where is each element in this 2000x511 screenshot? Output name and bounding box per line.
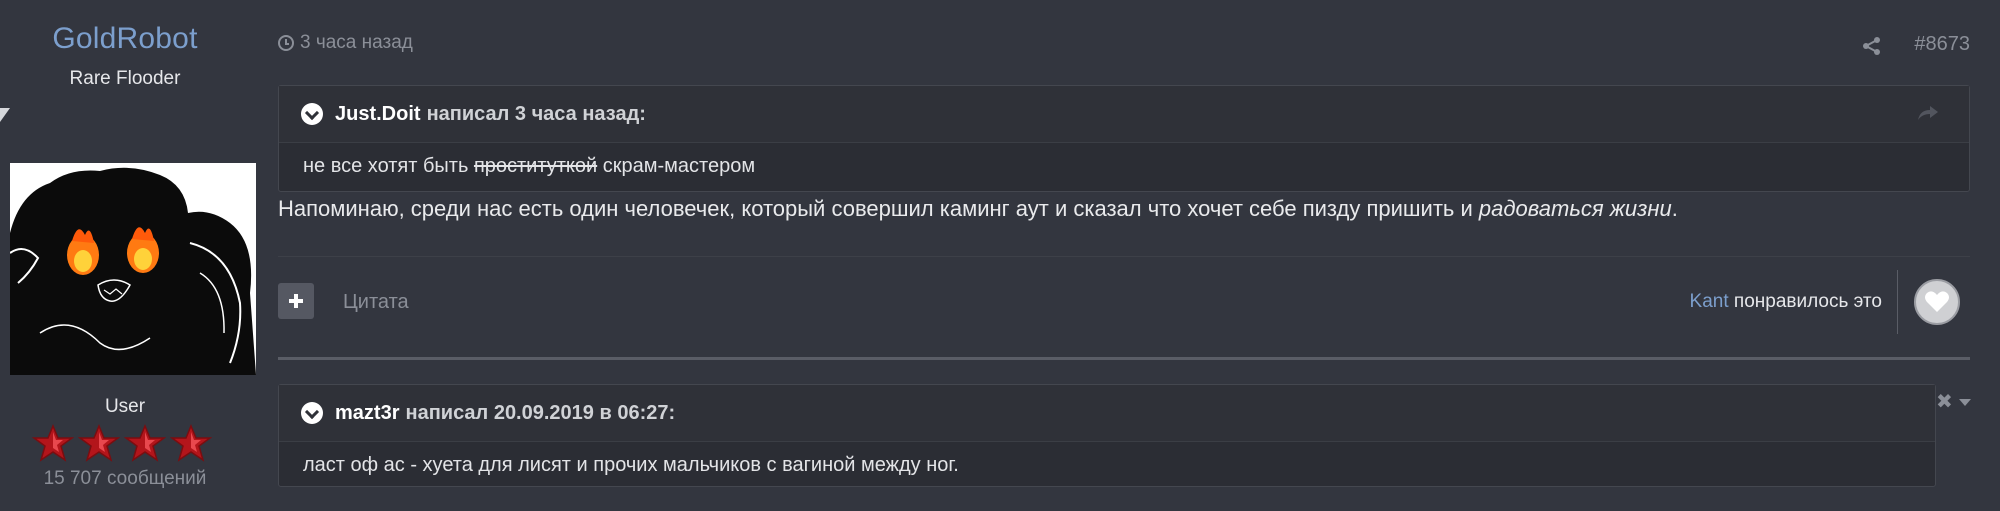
post-content: Напоминаю, среди нас есть один человечек…: [278, 196, 1678, 222]
post-text-end: .: [1671, 196, 1678, 221]
quote-block: mazt3r написал 20.09.2019 в 06:27: ласт …: [278, 384, 1936, 487]
close-icon[interactable]: ✖: [1936, 392, 1953, 412]
quote-text-struck: проституткой: [473, 155, 598, 177]
red-star-icon: [77, 424, 121, 462]
reply-icon[interactable]: [1917, 104, 1939, 122]
red-star-icon: [31, 424, 75, 462]
heart-icon: [1925, 291, 1949, 312]
rank-icons: [31, 424, 213, 462]
likes-text: понравилось это: [1733, 291, 1882, 312]
quote-author[interactable]: mazt3r: [335, 402, 399, 425]
like-button[interactable]: [1914, 279, 1960, 325]
quote-header: Just.Doit написал 3 часа назад:: [279, 86, 1969, 143]
red-star-icon: [123, 424, 167, 462]
chevron-down-icon[interactable]: [301, 103, 323, 125]
clock-icon: [278, 35, 294, 51]
post-text-emphasis: радоваться жизни: [1478, 196, 1672, 221]
chevron-down-icon[interactable]: [301, 402, 323, 424]
post-timestamp[interactable]: 3 часа назад: [278, 32, 413, 54]
corner-marker: [0, 108, 10, 122]
divider: [1897, 270, 1898, 334]
quote-meta: написал 20.09.2019 в 06:27:: [405, 401, 676, 424]
share-icon[interactable]: [1862, 36, 1882, 56]
likes-summary: Kant понравилось это: [1690, 291, 1882, 313]
quote-text: не все хотят быть проституткой скрам-мас…: [279, 143, 1969, 178]
divider: [278, 357, 1970, 360]
liker-link[interactable]: Kant: [1690, 291, 1729, 312]
divider: [278, 256, 1970, 257]
quote-text: ласт оф ас - хуета для лисят и прочих ма…: [303, 454, 959, 476]
quote-button[interactable]: Цитата: [343, 291, 409, 314]
post-time-text: 3 часа назад: [300, 32, 413, 53]
post-count: 15 707 сообщений: [43, 468, 207, 489]
author-name[interactable]: GoldRobot: [0, 22, 250, 56]
quote-block: Just.Doit написал 3 часа назад: не все х…: [278, 85, 1970, 192]
post-number-link[interactable]: #8673: [1914, 33, 1970, 56]
editor-controls: ✖: [1936, 392, 1971, 412]
user-group: User: [104, 396, 146, 417]
quote-header: mazt3r написал 20.09.2019 в 06:27:: [279, 385, 1935, 442]
quote-text-before: не все хотят быть: [303, 155, 474, 177]
quote-text-after: скрам-мастером: [597, 155, 756, 177]
quote-meta: написал 3 часа назад:: [426, 102, 646, 125]
avatar[interactable]: [10, 163, 256, 375]
post-text: Напоминаю, среди нас есть один человечек…: [278, 196, 1479, 221]
author-title: Rare Flooder: [69, 68, 181, 89]
red-star-icon: [169, 424, 213, 462]
quote-author[interactable]: Just.Doit: [335, 103, 421, 126]
multiquote-button[interactable]: [278, 283, 314, 319]
author-panel: GoldRobot Rare Flooder User 15 707 сообщ…: [0, 0, 256, 511]
caret-down-icon[interactable]: [1958, 398, 1971, 406]
